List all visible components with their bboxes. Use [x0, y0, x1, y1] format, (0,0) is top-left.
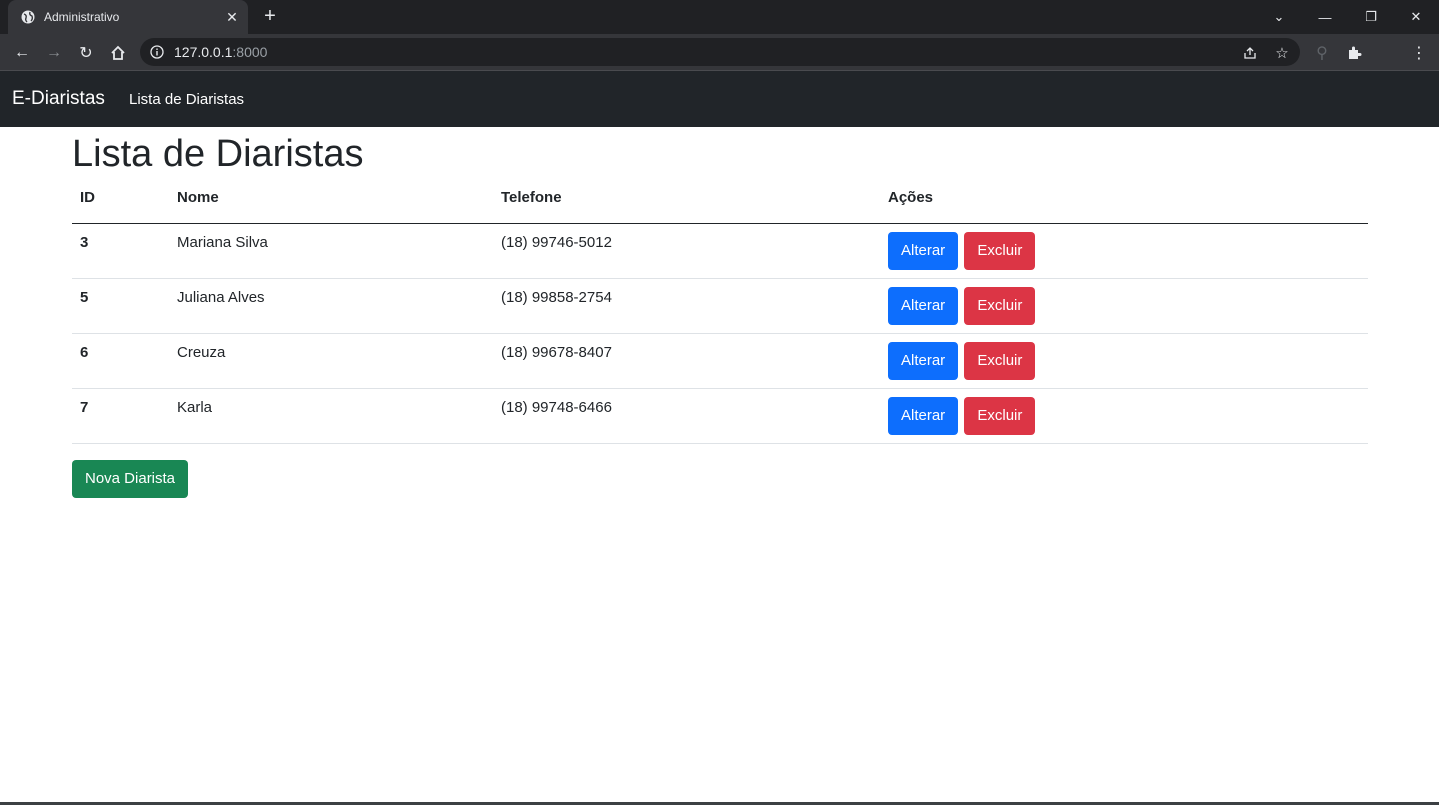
cell-nome: Mariana Silva: [169, 223, 493, 279]
alterar-button[interactable]: Alterar: [888, 396, 959, 435]
tab-title: Administrativo: [44, 10, 120, 24]
url-text: 127.0.0.1:8000: [174, 44, 267, 60]
menu-kebab-icon[interactable]: ⋮: [1405, 39, 1433, 67]
excluir-button[interactable]: Excluir: [964, 231, 1036, 270]
back-icon[interactable]: ←: [8, 39, 36, 67]
site-info-icon[interactable]: [150, 45, 164, 59]
alterar-button[interactable]: Alterar: [888, 231, 959, 270]
table-row: 3 Mariana Silva (18) 99746-5012 Alterar …: [72, 223, 1368, 279]
table-row: 5 Juliana Alves (18) 99858-2754 Alterar …: [72, 278, 1368, 334]
cell-acoes: Alterar Excluir: [880, 223, 1368, 279]
cell-acoes: Alterar Excluir: [880, 333, 1368, 389]
cell-id: 5: [72, 278, 169, 334]
tab-search-icon[interactable]: ⌄: [1256, 0, 1302, 34]
cell-id: 3: [72, 223, 169, 279]
new-tab-button[interactable]: +: [258, 5, 282, 29]
alterar-button[interactable]: Alterar: [888, 341, 959, 380]
extensions-puzzle-icon[interactable]: [1340, 39, 1368, 67]
app-navbar: E-Diaristas Lista de Diaristas: [0, 71, 1439, 127]
page-title: Lista de Diaristas: [72, 133, 364, 175]
extension-key-icon[interactable]: ⚲: [1308, 39, 1336, 67]
browser-tab[interactable]: Administrativo ✕: [8, 0, 248, 34]
column-header-acoes: Ações: [880, 189, 1368, 224]
cell-nome: Karla: [169, 388, 493, 444]
cell-telefone: (18) 99678-8407: [493, 333, 880, 389]
url-port: :8000: [232, 44, 268, 60]
excluir-button[interactable]: Excluir: [964, 396, 1036, 435]
browser-tab-strip: Administrativo ✕ + ⌄ — ❐ ✕: [0, 0, 1439, 34]
address-bar[interactable]: 127.0.0.1:8000 ☆: [140, 38, 1300, 66]
forward-icon[interactable]: →: [40, 39, 68, 67]
bookmark-star-icon[interactable]: ☆: [1274, 45, 1290, 62]
cell-nome: Juliana Alves: [169, 278, 493, 334]
nova-diarista-button[interactable]: Nova Diarista: [72, 459, 189, 498]
minimize-button[interactable]: —: [1302, 0, 1348, 34]
diaristas-table: ID Nome Telefone Ações 3 Mariana Silva (…: [72, 189, 1368, 444]
close-tab-icon[interactable]: ✕: [220, 9, 244, 26]
cell-nome: Creuza: [169, 333, 493, 389]
column-header-nome: Nome: [169, 189, 493, 224]
table-row: 7 Karla (18) 99748-6466 Alterar Excluir: [72, 388, 1368, 444]
globe-icon: [21, 10, 35, 24]
table-header-row: ID Nome Telefone Ações: [72, 189, 1368, 224]
reload-icon[interactable]: ↻: [72, 39, 100, 67]
alterar-button[interactable]: Alterar: [888, 286, 959, 325]
cell-telefone: (18) 99748-6466: [493, 388, 880, 444]
table-row: 6 Creuza (18) 99678-8407 Alterar Excluir: [72, 333, 1368, 389]
cell-telefone: (18) 99746-5012: [493, 223, 880, 279]
cell-id: 6: [72, 333, 169, 389]
excluir-button[interactable]: Excluir: [964, 341, 1036, 380]
home-icon[interactable]: [104, 39, 132, 67]
navbar-brand[interactable]: E-Diaristas: [12, 88, 105, 110]
close-window-button[interactable]: ✕: [1393, 0, 1439, 34]
column-header-id: ID: [72, 189, 169, 224]
share-icon[interactable]: [1242, 45, 1258, 61]
cell-acoes: Alterar Excluir: [880, 388, 1368, 444]
nav-link-lista[interactable]: Lista de Diaristas: [129, 91, 244, 108]
excluir-button[interactable]: Excluir: [964, 286, 1036, 325]
url-host: 127.0.0.1: [174, 44, 233, 60]
column-header-telefone: Telefone: [493, 189, 880, 224]
cell-id: 7: [72, 388, 169, 444]
browser-toolbar: ← → ↻ 127.0.0.1:8000 ☆ ⚲ ⋮: [0, 34, 1439, 71]
cell-acoes: Alterar Excluir: [880, 278, 1368, 334]
cell-telefone: (18) 99858-2754: [493, 278, 880, 334]
maximize-button[interactable]: ❐: [1348, 0, 1394, 34]
main-container: Lista de Diaristas ID Nome Telefone Açõe…: [72, 127, 1368, 498]
